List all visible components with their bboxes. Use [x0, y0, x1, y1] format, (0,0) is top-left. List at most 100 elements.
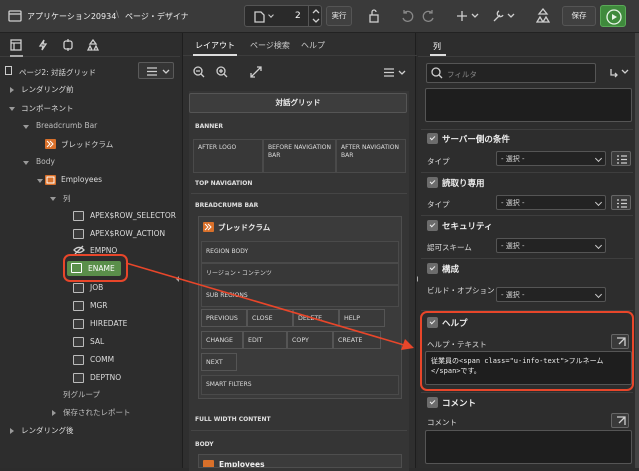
tab-help[interactable]: ヘルプ — [301, 40, 325, 51]
collapse-group-icon[interactable] — [427, 133, 438, 144]
redo-icon[interactable] — [422, 9, 436, 23]
authorization-scheme-select[interactable]: - 選択 - — [496, 238, 606, 253]
shared-components-icon[interactable] — [536, 8, 550, 24]
tree-item-columns[interactable]: 列 — [63, 193, 71, 204]
collapse-group-icon[interactable] — [427, 397, 438, 408]
tab-layout[interactable]: レイアウト — [195, 40, 235, 51]
save-and-run-button[interactable] — [600, 5, 626, 27]
read-only-list-button[interactable] — [611, 195, 631, 210]
tab-page-search[interactable]: ページ検索 — [250, 40, 290, 51]
comment-textarea[interactable] — [425, 430, 632, 464]
tree-item-breadcrumb[interactable]: ブレッドクラム — [61, 139, 113, 150]
previous-property-textarea[interactable] — [425, 88, 632, 122]
employees-region[interactable]: Employees — [198, 454, 402, 468]
tree-item-sal[interactable]: SAL — [90, 337, 104, 346]
collapse-icon[interactable] — [23, 161, 29, 165]
employees-region-title[interactable]: Employees — [219, 460, 265, 467]
group-read-only[interactable]: 読取り専用 — [427, 173, 632, 193]
after-nav-slot[interactable]: AFTER NAVIGATION BAR — [336, 139, 406, 173]
expand-icon[interactable] — [250, 66, 262, 78]
home-icon[interactable] — [8, 10, 22, 22]
group-comment[interactable]: コメント — [427, 393, 632, 413]
tree-item-pre-rendering[interactable]: レンダリング前 — [21, 84, 74, 95]
tree-item-components[interactable]: コンポーネント — [21, 103, 74, 114]
zoom-out-icon[interactable] — [193, 66, 205, 78]
group-configuration[interactable]: 構成 — [427, 259, 632, 279]
server-condition-type-select[interactable]: - 選択 - — [496, 151, 606, 166]
run-button[interactable]: 実行 — [326, 6, 352, 26]
collapse-icon[interactable] — [50, 197, 56, 201]
page-number-input[interactable]: 2 — [295, 11, 301, 21]
button-slot-create[interactable]: CREATE — [333, 331, 381, 349]
undo-icon[interactable] — [400, 9, 414, 23]
button-slot-next[interactable]: NEXT — [201, 353, 237, 371]
breadcrumb-region-title[interactable]: ブレッドクラム — [218, 222, 270, 233]
group-security[interactable]: セキュリティ — [427, 216, 632, 236]
select-value: - 選択 - — [501, 242, 525, 250]
tree-item-deptno[interactable]: DEPTNO — [90, 373, 121, 382]
app-title[interactable]: アプリケーション20934 — [27, 11, 116, 22]
expand-icon[interactable] — [52, 410, 56, 416]
collapse-group-icon[interactable] — [427, 177, 438, 188]
tree-item-row-selector[interactable]: APEX$ROW_SELECTOR — [90, 211, 176, 220]
processing-tab-icon[interactable] — [62, 39, 74, 51]
button-slot-change[interactable]: CHANGE — [201, 331, 243, 349]
tree-item-body[interactable]: Body — [36, 157, 55, 166]
tree-item-employees[interactable]: Employees — [61, 175, 102, 184]
button-slot-delete[interactable]: DELETE — [293, 309, 339, 327]
collapse-icon[interactable] — [9, 107, 15, 111]
after-logo-slot[interactable]: AFTER LOGO — [193, 139, 263, 173]
region-body-slot[interactable]: REGION BODY — [201, 241, 399, 263]
collapse-icon[interactable] — [23, 125, 29, 129]
tab-column[interactable]: 列 — [433, 41, 441, 52]
lock-icon[interactable] — [367, 9, 381, 23]
page-node-label[interactable]: ページ2: 対話グリッド — [19, 67, 96, 78]
button-slot-copy[interactable]: COPY — [287, 331, 333, 349]
tree-item-column-groups[interactable]: 列グループ — [63, 389, 100, 400]
button-slot-help[interactable]: HELP — [339, 309, 385, 327]
collapse-group-icon[interactable] — [427, 220, 438, 231]
page-title-bar[interactable]: 対話グリッド — [189, 93, 407, 113]
tree-item-job[interactable]: JOB — [90, 283, 103, 292]
rendering-tab-icon[interactable] — [10, 39, 22, 51]
tree-item-comm[interactable]: COMM — [90, 355, 114, 364]
utilities-icon[interactable] — [492, 9, 516, 23]
go-to-group-icon[interactable] — [608, 67, 632, 79]
shared-components-tab-icon[interactable] — [87, 39, 99, 51]
smart-filters-slot[interactable]: SMART FILTERS — [201, 375, 399, 395]
tree-item-mgr[interactable]: MGR — [90, 301, 108, 310]
region-content-slot[interactable]: リージョン・コンテンツ — [201, 263, 399, 285]
create-menu-icon[interactable] — [456, 9, 480, 23]
expand-comment-editor-button[interactable] — [611, 413, 629, 428]
tree-item-saved-reports[interactable]: 保存されたレポート — [63, 407, 131, 418]
filter-input[interactable]: フィルタ — [426, 63, 596, 83]
tree-item-post-rendering[interactable]: レンダリング後 — [21, 425, 74, 436]
dynamic-actions-tab-icon[interactable] — [37, 39, 49, 51]
save-button[interactable]: 保存 — [562, 6, 596, 26]
scrollbar[interactable] — [635, 33, 639, 468]
collapse-left-panel-icon[interactable] — [176, 276, 179, 282]
page-selector[interactable]: 2 — [244, 5, 322, 27]
zoom-in-icon[interactable] — [216, 66, 228, 78]
read-only-type-select[interactable]: - 選択 - — [496, 195, 606, 210]
collapse-group-icon[interactable] — [427, 263, 438, 274]
before-nav-slot[interactable]: BEFORE NAVIGATION BAR — [263, 139, 336, 173]
layout-menu-icon[interactable] — [383, 68, 407, 78]
server-condition-list-button[interactable] — [611, 151, 631, 166]
sub-regions-slot[interactable]: SUB REGIONS — [201, 285, 399, 307]
tree-item-breadcrumb-bar[interactable]: Breadcrumb Bar — [36, 121, 97, 130]
build-option-select[interactable]: - 選択 - — [496, 287, 606, 302]
button-slot-close[interactable]: CLOSE — [247, 309, 293, 327]
tree-menu-button[interactable] — [138, 62, 174, 79]
build-option-label: ビルド・オプション — [427, 286, 495, 295]
tree-item-hiredate[interactable]: HIREDATE — [90, 319, 127, 328]
expand-icon[interactable] — [10, 87, 14, 93]
page-stepper[interactable] — [308, 6, 322, 26]
group-server-condition[interactable]: サーバー側の条件 — [427, 129, 632, 149]
expand-icon[interactable] — [10, 428, 14, 434]
button-slot-previous[interactable]: PREVIOUS — [201, 309, 247, 327]
tree-item-row-action[interactable]: APEX$ROW_ACTION — [90, 229, 165, 238]
page-node-icon — [5, 66, 12, 75]
button-slot-edit[interactable]: EDIT — [243, 331, 287, 349]
collapse-icon[interactable] — [37, 179, 43, 183]
